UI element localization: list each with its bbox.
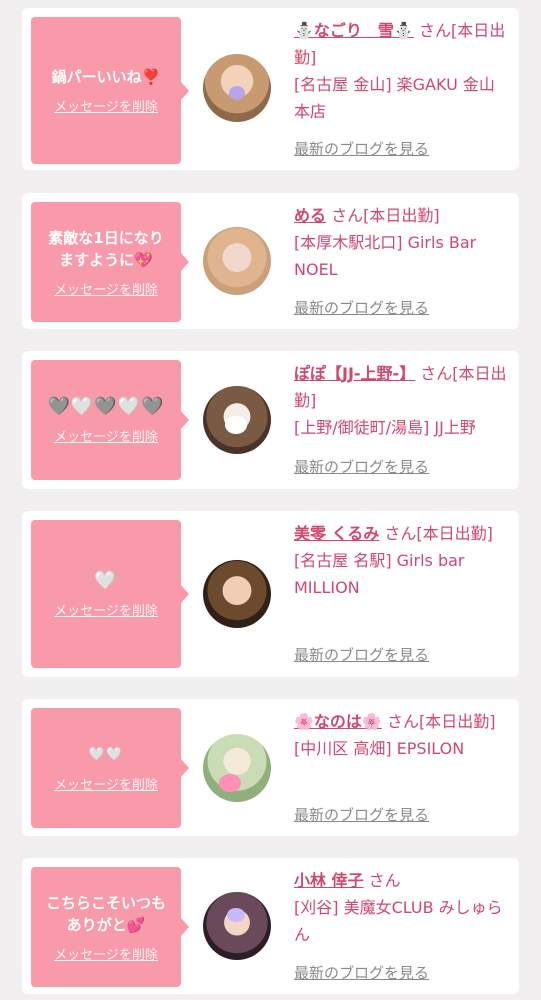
message-text: 素敵な1日になり ますように💖 — [48, 228, 164, 269]
shop-name: [刈谷] 美魔女CLUB みしゅらん — [294, 898, 503, 944]
girl-info: 🌸なのは🌸 さん[本日出勤] [中川区 高畑] EPSILON — [294, 708, 509, 762]
message-bubble: 🤍 メッセージを削除 — [31, 520, 189, 668]
avatar-censor-bubble — [219, 774, 241, 792]
girl-name-link[interactable]: ぽぽ【JJ-上野-】 — [294, 364, 415, 383]
latest-blog-link[interactable]: 最新のブログを見る — [294, 456, 429, 477]
girl-status: さん[本日出勤] — [384, 524, 493, 543]
message-card: 🤍 メッセージを削除 美零 くるみ さん[本日出勤] [名古屋 名駅] Girl… — [22, 511, 519, 677]
avatar-censor-bubble — [229, 86, 245, 100]
shop-name: [名古屋 名駅] Girls bar MILLION — [294, 551, 465, 597]
latest-blog-link[interactable]: 最新のブログを見る — [294, 297, 429, 318]
avatar[interactable] — [203, 892, 271, 960]
shop-name: [中川区 高畑] EPSILON — [294, 739, 465, 758]
latest-blog-link[interactable]: 最新のブログを見る — [294, 138, 429, 159]
girl-info: 美零 くるみ さん[本日出勤] [名古屋 名駅] Girls bar MILLI… — [294, 520, 509, 601]
girl-status: さん[本日出勤] — [331, 206, 440, 225]
message-text: 🤍🤍 — [88, 746, 124, 762]
shop-name: [名古屋 金山] 楽GAKU 金山本店 — [294, 75, 495, 121]
message-card: 素敵な1日になり ますように💖 メッセージを削除 める さん[本日出勤] [本厚… — [22, 193, 519, 329]
shop-name: [本厚木駅北口] Girls Bar NOEL — [294, 233, 477, 279]
message-bubble: 🩶🤍🩶🤍🩶 メッセージを削除 — [31, 360, 189, 480]
avatar[interactable] — [203, 386, 271, 454]
girl-name-link[interactable]: める — [294, 206, 326, 225]
avatar[interactable] — [203, 54, 271, 122]
latest-blog-link[interactable]: 最新のブログを見る — [294, 644, 429, 665]
girl-name-link[interactable]: 小林 倖子 — [294, 871, 364, 890]
girl-info: ⛄なごり 雪⛄ さん[本日出勤] [名古屋 金山] 楽GAKU 金山本店 — [294, 17, 509, 125]
avatar-censor-bubble — [225, 416, 247, 434]
message-bubble: 鍋パーいいね❣️ メッセージを削除 — [31, 17, 189, 164]
message-text: 🩶🤍🩶🤍🩶 — [47, 395, 165, 417]
message-list: 鍋パーいいね❣️ メッセージを削除 ⛄なごり 雪⛄ さん[本日出勤] [名古屋 … — [0, 0, 541, 1000]
latest-blog-link[interactable]: 最新のブログを見る — [294, 804, 429, 825]
message-card: 🩶🤍🩶🤍🩶 メッセージを削除 ぽぽ【JJ-上野-】 さん[本日出勤] [上野/御… — [22, 351, 519, 489]
girl-name-link[interactable]: ⛄なごり 雪⛄ — [294, 21, 414, 40]
delete-message-link[interactable]: メッセージを削除 — [54, 600, 158, 619]
delete-message-link[interactable]: メッセージを削除 — [54, 774, 158, 793]
avatar[interactable] — [203, 734, 271, 802]
girl-name-link[interactable]: 🌸なのは🌸 — [294, 712, 382, 731]
girl-status: さん[本日出勤] — [386, 712, 496, 731]
delete-message-link[interactable]: メッセージを削除 — [54, 426, 158, 445]
girl-name-link[interactable]: 美零 くるみ — [294, 524, 379, 543]
delete-message-link[interactable]: メッセージを削除 — [54, 96, 158, 115]
girl-info: ぽぽ【JJ-上野-】 さん[本日出勤] [上野/御徒町/湯島] JJ上野 — [294, 360, 509, 441]
shop-name: [上野/御徒町/湯島] JJ上野 — [294, 418, 476, 437]
message-bubble: 🤍🤍 メッセージを削除 — [31, 708, 189, 828]
latest-blog-link[interactable]: 最新のブログを見る — [294, 962, 429, 983]
message-text: 🤍 — [94, 569, 118, 591]
message-card: 鍋パーいいね❣️ メッセージを削除 ⛄なごり 雪⛄ さん[本日出勤] [名古屋 … — [22, 8, 519, 170]
message-bubble: こちらこそいつも ありがと💕 メッセージを削除 — [31, 867, 189, 987]
message-text: 鍋パーいいね❣️ — [51, 68, 161, 86]
message-card: 🤍🤍 メッセージを削除 🌸なのは🌸 さん[本日出勤] [中川区 高畑] EPSI… — [22, 699, 519, 836]
delete-message-link[interactable]: メッセージを削除 — [54, 279, 158, 298]
girl-status: さん — [368, 871, 401, 890]
avatar[interactable] — [203, 560, 271, 628]
message-bubble: 素敵な1日になり ますように💖 メッセージを削除 — [31, 202, 189, 322]
avatar[interactable] — [203, 227, 271, 295]
girl-info: める さん[本日出勤] [本厚木駅北口] Girls Bar NOEL — [294, 202, 509, 283]
message-text: こちらこそいつも ありがと💕 — [45, 893, 166, 934]
girl-info: 小林 倖子 さん [刈谷] 美魔女CLUB みしゅらん — [294, 867, 509, 948]
avatar-censor-bubble — [227, 908, 245, 922]
message-card: こちらこそいつも ありがと💕 メッセージを削除 小林 倖子 さん [刈谷] 美魔… — [22, 858, 519, 994]
delete-message-link[interactable]: メッセージを削除 — [54, 944, 158, 963]
